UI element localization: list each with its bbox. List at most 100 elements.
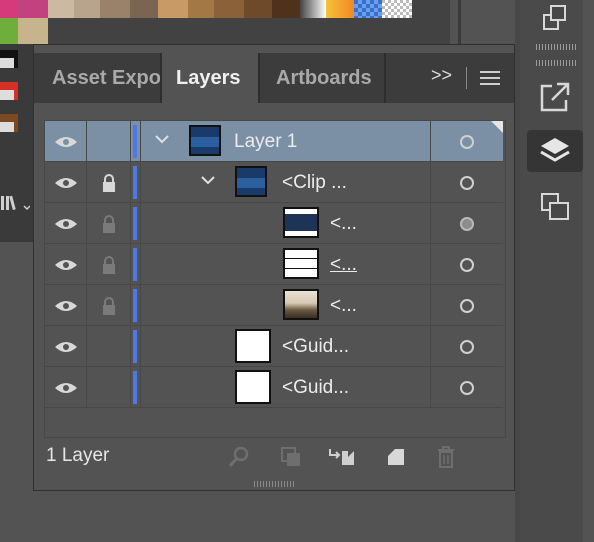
swatch[interactable] — [100, 0, 130, 18]
search-icon[interactable] — [225, 443, 253, 471]
layers-list: Layer 1 <Clip ... <... <... <... <Guid..… — [44, 120, 506, 438]
target-cell[interactable] — [430, 162, 503, 203]
eye-icon[interactable] — [45, 121, 87, 162]
layer-color-bar — [133, 125, 137, 158]
layer-name: <Guid... — [282, 377, 350, 398]
layer-row[interactable]: <Guid... — [45, 326, 503, 367]
swatch[interactable] — [0, 90, 14, 100]
swatch[interactable] — [272, 0, 300, 18]
tab-label: Artboards — [276, 67, 372, 89]
tab-divider — [258, 53, 260, 103]
divider — [458, 0, 461, 44]
eye-icon[interactable] — [45, 285, 87, 326]
swatch[interactable] — [0, 58, 14, 68]
swatch[interactable] — [188, 0, 214, 18]
target-circle-icon[interactable] — [460, 175, 474, 190]
swatch[interactable] — [0, 18, 18, 46]
target-cell[interactable] — [430, 285, 503, 326]
layer-color-bar — [133, 248, 137, 281]
dock-grip[interactable] — [536, 60, 576, 66]
more-tabs-button[interactable]: >> — [431, 65, 452, 86]
clipping-mask-icon[interactable] — [277, 443, 305, 471]
tab-layers[interactable]: Layers — [162, 53, 258, 103]
hamburger-menu-icon[interactable] — [480, 71, 500, 89]
layer-thumbnail — [189, 125, 221, 156]
layer-name: <Clip ... — [282, 172, 347, 193]
tab-asset-export[interactable]: Asset Expo — [52, 53, 160, 103]
layer-thumbnail — [283, 207, 319, 238]
swatch[interactable] — [48, 0, 74, 18]
layer-name-cell[interactable]: <Clip ... — [140, 162, 430, 203]
new-sublayer-icon[interactable] — [328, 443, 356, 471]
target-circle-icon[interactable] — [460, 380, 474, 395]
chevron-down-icon[interactable] — [155, 131, 169, 147]
layer-thumbnail — [283, 248, 319, 279]
dock-grip[interactable] — [536, 44, 576, 50]
eye-icon[interactable] — [45, 367, 87, 408]
lock-icon[interactable] — [87, 285, 131, 326]
lock-toggle[interactable] — [87, 367, 131, 408]
layer-name-cell[interactable]: <Guid... — [140, 326, 430, 367]
layer-row[interactable]: <... — [45, 285, 503, 326]
layer-thumbnail — [283, 289, 319, 320]
swatch[interactable] — [382, 0, 412, 18]
swatch-libraries-icon[interactable] — [0, 190, 34, 230]
artboards-panel-icon[interactable] — [527, 186, 583, 228]
target-circle-icon[interactable] — [460, 134, 474, 149]
export-icon[interactable] — [527, 76, 583, 118]
transform-icon[interactable] — [527, 0, 583, 36]
layer-row[interactable]: <Guid... — [45, 367, 503, 408]
divider — [466, 67, 467, 89]
swatch[interactable] — [18, 0, 48, 18]
target-cell[interactable] — [430, 367, 503, 408]
layers-panel-icon[interactable] — [527, 130, 583, 172]
selection-indicator — [491, 121, 503, 133]
eye-icon[interactable] — [45, 203, 87, 244]
tab-label: Asset Expo — [52, 67, 160, 89]
swatch[interactable] — [214, 0, 244, 18]
layer-name-cell[interactable]: <... — [140, 285, 430, 326]
layer-name: <... — [330, 295, 357, 316]
tab-artboards[interactable]: Artboards — [276, 53, 396, 103]
eye-icon[interactable] — [45, 244, 87, 285]
lock-icon[interactable] — [87, 162, 131, 203]
layer-color-bar — [133, 330, 137, 363]
swatch[interactable] — [300, 0, 326, 18]
target-circle-icon[interactable] — [460, 339, 474, 354]
eye-icon[interactable] — [45, 162, 87, 203]
layer-name-cell[interactable]: <Guid... — [140, 367, 430, 408]
target-circle-icon[interactable] — [460, 257, 474, 272]
layer-row[interactable]: <... — [45, 244, 503, 285]
target-cell[interactable] — [430, 326, 503, 367]
lock-toggle[interactable] — [87, 326, 131, 367]
swatch[interactable] — [244, 0, 272, 18]
swatch[interactable] — [0, 122, 14, 132]
layer-row[interactable]: <Clip ... — [45, 162, 503, 203]
layer-name-cell[interactable]: Layer 1 — [140, 121, 430, 162]
lock-toggle[interactable] — [87, 121, 131, 162]
panel-footer: 1 Layer — [34, 437, 514, 477]
trash-icon[interactable] — [432, 443, 460, 471]
more-tabs-label: >> — [431, 65, 453, 85]
swatch[interactable] — [130, 0, 158, 18]
eye-icon[interactable] — [45, 326, 87, 367]
layer-name-cell[interactable]: <... — [140, 203, 430, 244]
new-layer-icon[interactable] — [382, 443, 410, 471]
chevron-down-icon[interactable] — [201, 172, 215, 188]
lock-icon[interactable] — [87, 203, 131, 244]
layer-name-cell[interactable]: <... — [140, 244, 430, 285]
target-circle-icon[interactable] — [460, 298, 474, 313]
swatch[interactable] — [354, 0, 382, 18]
target-cell[interactable] — [430, 203, 503, 244]
swatch[interactable] — [326, 0, 354, 18]
lock-icon[interactable] — [87, 244, 131, 285]
swatch[interactable] — [74, 0, 100, 18]
swatch[interactable] — [18, 18, 48, 46]
target-circle-icon[interactable] — [460, 216, 474, 231]
swatch[interactable] — [158, 0, 188, 18]
target-cell[interactable] — [430, 244, 503, 285]
swatch[interactable] — [0, 0, 18, 18]
panel-resize-grip[interactable] — [254, 481, 294, 487]
layer-row[interactable]: Layer 1 — [45, 121, 503, 162]
layer-row[interactable]: <... — [45, 203, 503, 244]
